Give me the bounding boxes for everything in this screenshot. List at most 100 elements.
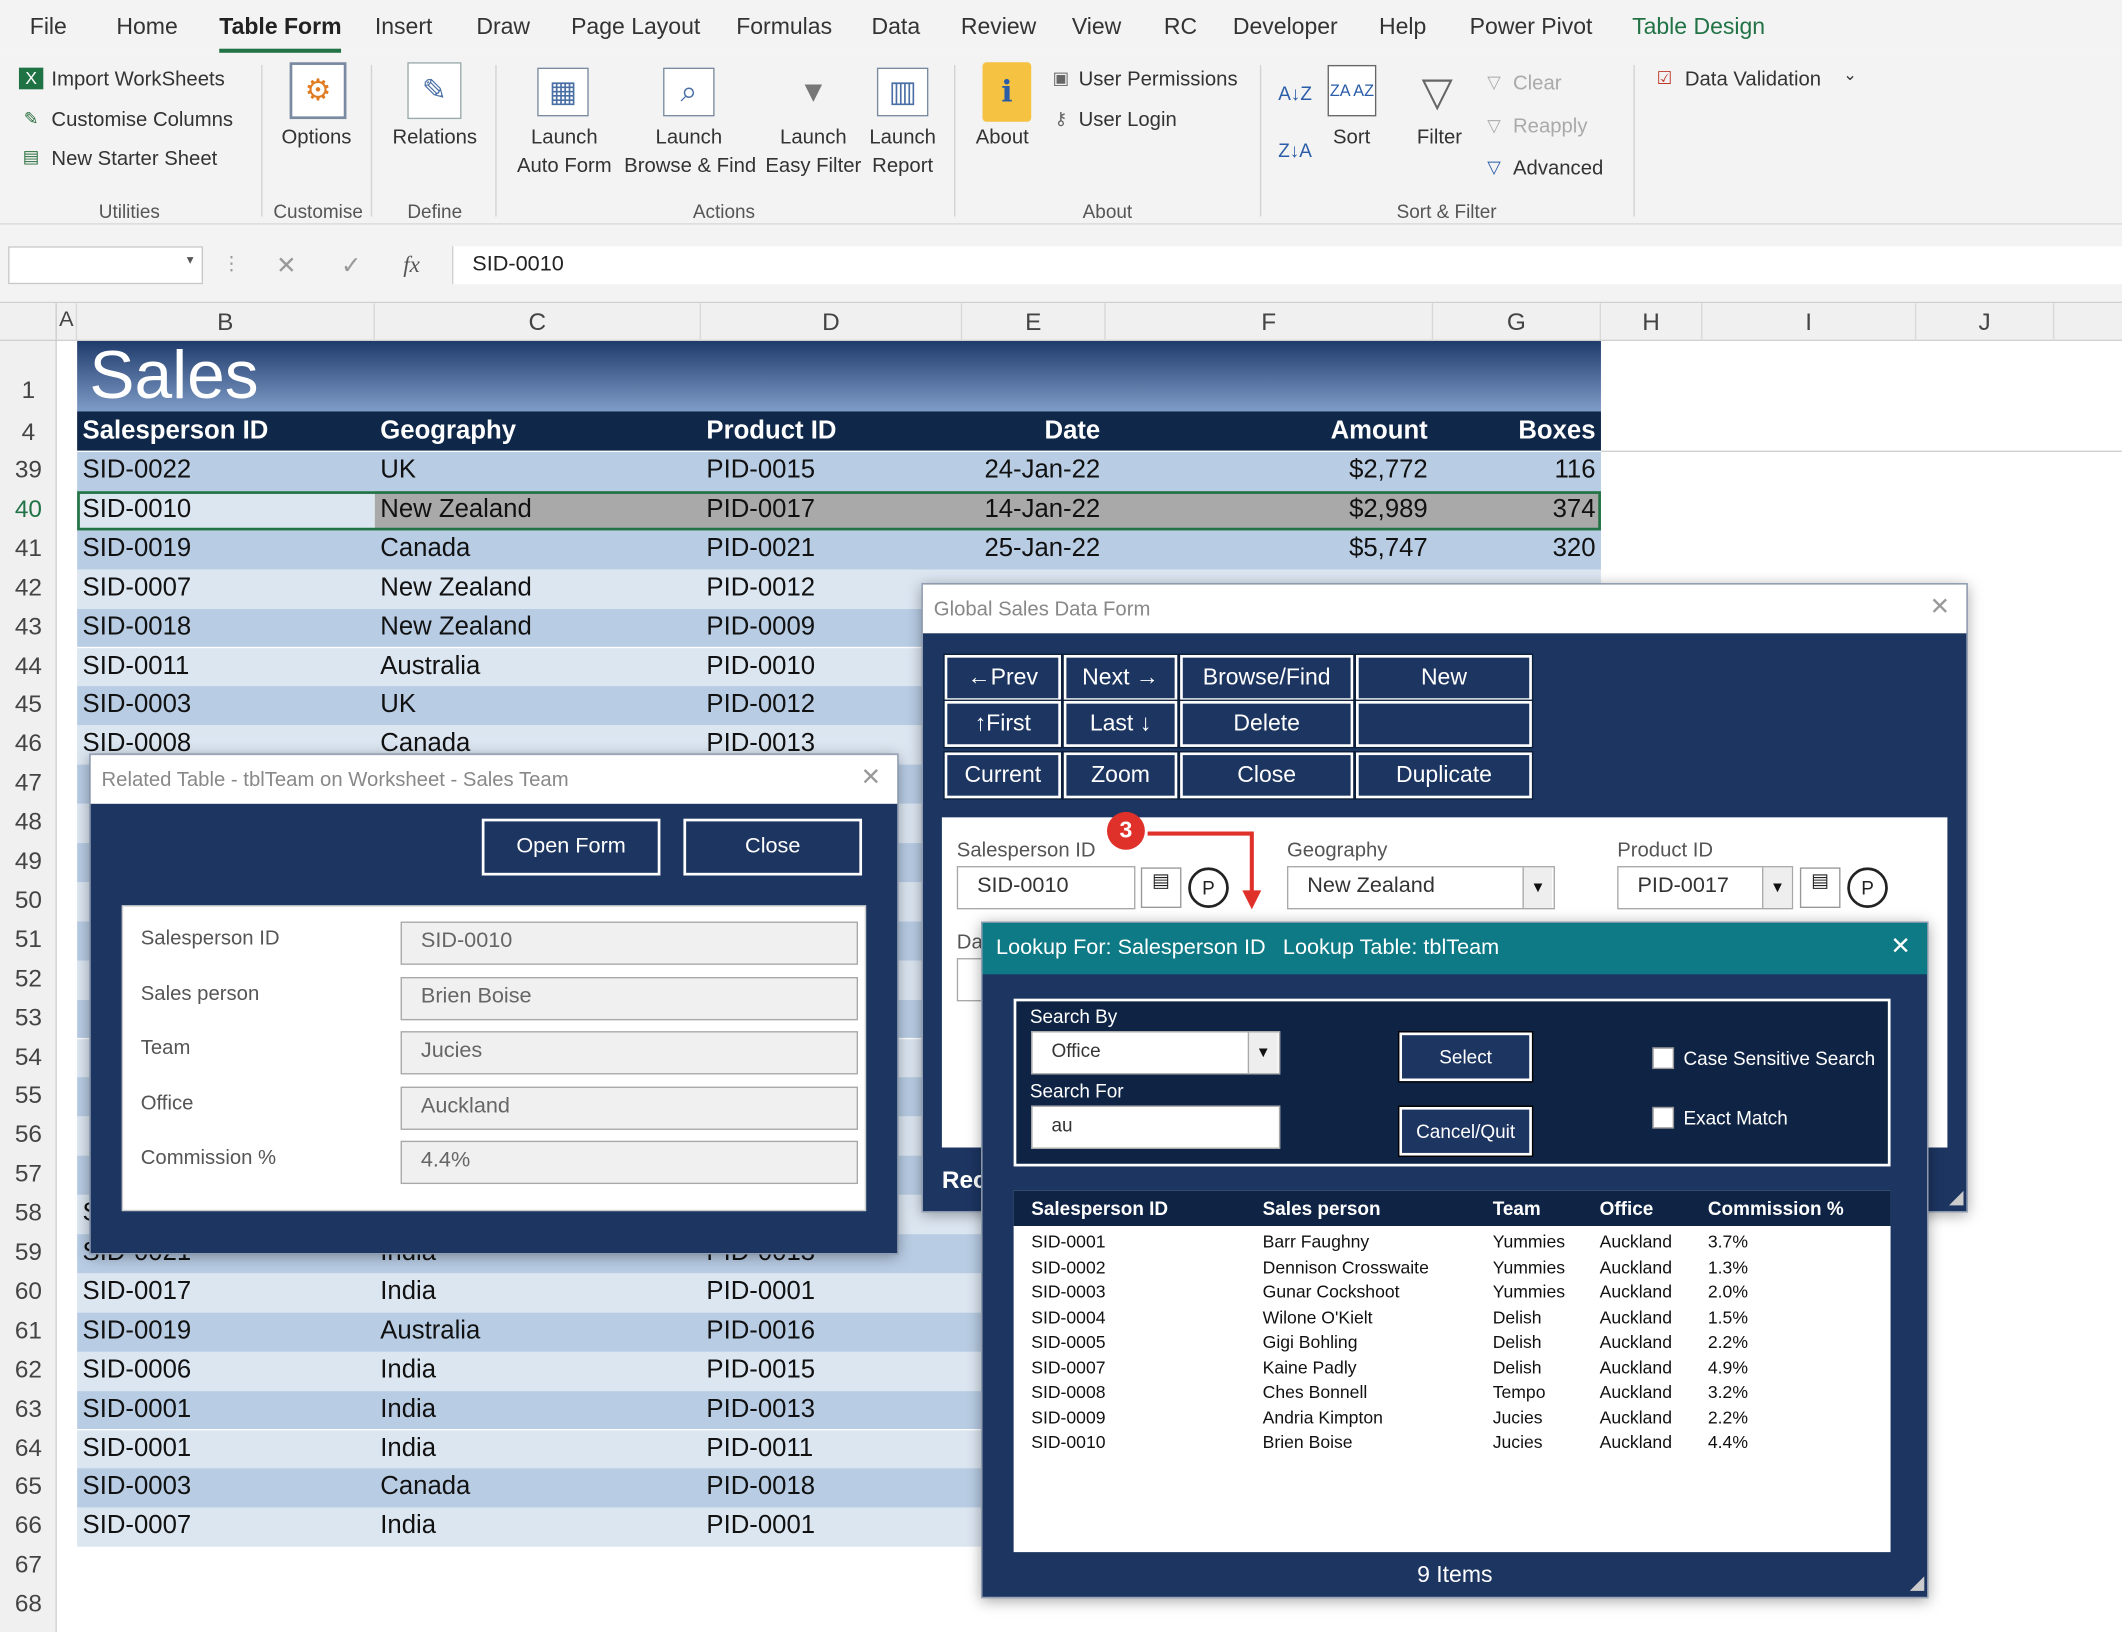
lookup-result-cell[interactable]: SID-0004 <box>1031 1307 1105 1327</box>
lookup-result-cell[interactable]: Dennison Crosswaite <box>1263 1256 1429 1276</box>
filter-button[interactable]: Filter <box>1417 126 1462 149</box>
cancel-quit-button[interactable]: Cancel/Quit <box>1397 1105 1534 1157</box>
row-header[interactable]: 47 <box>0 769 57 797</box>
table-cell[interactable]: SID-0007 <box>77 569 375 607</box>
row-header[interactable]: 62 <box>0 1355 57 1383</box>
table-cell[interactable]: 24-Jan-22 <box>962 452 1105 490</box>
chevron-down-icon[interactable]: ▼ <box>1522 867 1553 908</box>
row-header[interactable]: 55 <box>0 1082 57 1110</box>
row-header[interactable]: 54 <box>0 1043 57 1071</box>
open-form-button[interactable]: Open Form <box>481 818 661 876</box>
lookup-result-cell[interactable]: Tempo <box>1493 1382 1546 1402</box>
table-cell[interactable]: SID-0007 <box>77 1508 375 1546</box>
table-cell[interactable]: PID-0013 <box>701 1391 962 1429</box>
close-icon[interactable]: ✕ <box>861 763 881 791</box>
table-cell[interactable]: New Zealand <box>375 608 701 646</box>
table-cell[interactable]: 14-Jan-22 <box>962 491 1105 529</box>
launch-report-label-2[interactable]: Report <box>853 154 953 177</box>
row-header[interactable]: 56 <box>0 1121 57 1149</box>
table-cell[interactable]: PID-0001 <box>701 1273 962 1311</box>
lookup-result-cell[interactable]: SID-0002 <box>1031 1256 1105 1276</box>
table-cell[interactable]: New Zealand <box>375 491 701 529</box>
table-cell[interactable]: UK <box>375 687 701 725</box>
table-cell[interactable]: New Zealand <box>375 569 701 607</box>
table-cell[interactable]: India <box>375 1391 701 1429</box>
sort-ascending-icon[interactable]: A↓Z <box>1278 73 1313 114</box>
table-cell[interactable]: PID-0011 <box>701 1430 962 1468</box>
tab-insert[interactable]: Insert <box>375 14 433 41</box>
resize-grip-icon[interactable]: ◢ <box>1910 1571 1925 1594</box>
lookup-result-cell[interactable]: Gigi Bohling <box>1263 1332 1358 1352</box>
row-header[interactable]: 40 <box>0 495 57 523</box>
results-col-team[interactable]: Team <box>1493 1198 1541 1220</box>
close-icon[interactable]: ✕ <box>1890 932 1910 960</box>
row-header[interactable]: 41 <box>0 534 57 562</box>
search-by-select[interactable]: Office <box>1031 1031 1281 1075</box>
row-header[interactable]: 45 <box>0 691 57 719</box>
name-box[interactable]: ▾ <box>8 246 203 285</box>
tab-developer[interactable]: Developer <box>1233 14 1338 41</box>
row-header[interactable]: 64 <box>0 1434 57 1462</box>
parent-icon[interactable]: P <box>1847 867 1888 908</box>
form-last-button[interactable]: Last ↓ <box>1062 699 1179 749</box>
hdr-salesperson[interactable]: Salesperson ID <box>77 413 375 451</box>
tab-rc[interactable]: RC <box>1164 14 1197 41</box>
row-header[interactable]: 50 <box>0 886 57 914</box>
lookup-result-cell[interactable]: Andria Kimpton <box>1263 1407 1383 1427</box>
launch-easy-filter-label-2[interactable]: Easy Filter <box>761 154 867 177</box>
geography-select[interactable]: New Zealand <box>1286 866 1555 910</box>
chevron-down-icon[interactable]: ▼ <box>1761 867 1792 908</box>
clear-button[interactable]: Clear <box>1513 72 1562 95</box>
table-cell[interactable]: UK <box>375 452 701 490</box>
column-header-i[interactable]: I <box>1702 303 1917 342</box>
table-cell[interactable]: PID-0017 <box>701 491 962 529</box>
tab-page-layout[interactable]: Page Layout <box>571 14 700 41</box>
form-first-button[interactable]: ↑First <box>943 699 1063 749</box>
column-header-f[interactable]: F <box>1106 303 1434 342</box>
table-cell[interactable]: 25-Jan-22 <box>962 530 1105 568</box>
tab-file[interactable]: File <box>30 14 67 41</box>
lookup-result-cell[interactable]: SID-0005 <box>1031 1332 1105 1352</box>
hdr-geography[interactable]: Geography <box>375 413 701 451</box>
lookup-result-cell[interactable]: 2.0% <box>1708 1281 1748 1301</box>
insert-function-icon[interactable]: fx <box>403 252 420 279</box>
tab-table-form[interactable]: Table Form <box>219 14 343 53</box>
table-cell[interactable]: India <box>375 1430 701 1468</box>
lookup-result-cell[interactable]: Delish <box>1493 1307 1542 1327</box>
chevron-down-icon[interactable]: ▼ <box>1247 1032 1278 1074</box>
lookup-result-cell[interactable]: Auckland <box>1600 1357 1672 1377</box>
row-header[interactable]: 42 <box>0 573 57 601</box>
column-header-g[interactable]: G <box>1433 303 1601 342</box>
lookup-result-cell[interactable]: 2.2% <box>1708 1332 1748 1352</box>
exact-match-checkbox[interactable] <box>1652 1106 1675 1129</box>
options-button[interactable]: Options <box>281 126 351 149</box>
row-header[interactable]: 57 <box>0 1160 57 1188</box>
lookup-result-cell[interactable]: 4.9% <box>1708 1357 1748 1377</box>
tab-home[interactable]: Home <box>116 14 177 41</box>
hdr-boxes[interactable]: Boxes <box>1433 413 1601 451</box>
lookup-result-cell[interactable]: Auckland <box>1600 1256 1672 1276</box>
lookup-result-cell[interactable]: Delish <box>1493 1332 1542 1352</box>
row-header[interactable]: 67 <box>0 1551 57 1579</box>
results-col-office[interactable]: Office <box>1600 1198 1654 1220</box>
form-current-button[interactable]: Current <box>943 751 1063 800</box>
sort-descending-icon[interactable]: Z↓A <box>1278 130 1313 171</box>
table-cell[interactable]: SID-0001 <box>77 1391 375 1429</box>
table-cell[interactable]: PID-0015 <box>701 1351 962 1389</box>
form-zoom-button[interactable]: Zoom <box>1062 751 1179 800</box>
table-cell[interactable]: PID-0021 <box>701 530 962 568</box>
launch-auto-form-label-1[interactable]: Launch <box>514 126 614 149</box>
lookup-results-list[interactable]: Salesperson ID Sales person Team Office … <box>1013 1190 1891 1553</box>
launch-easy-filter-label-1[interactable]: Launch <box>763 126 863 149</box>
close-icon[interactable]: ✕ <box>1930 593 1950 621</box>
table-cell[interactable]: Australia <box>375 1312 701 1350</box>
table-cell[interactable]: SID-0022 <box>77 452 375 490</box>
form-browse-find-button[interactable]: Browse/Find <box>1178 653 1355 703</box>
cancel-icon[interactable]: ✕ <box>276 252 296 280</box>
chevron-down-icon[interactable]: ▾ <box>187 253 194 268</box>
select-all-corner[interactable] <box>0 303 57 342</box>
lookup-result-cell[interactable]: Auckland <box>1600 1231 1672 1251</box>
row-header[interactable]: 43 <box>0 612 57 640</box>
table-cell[interactable]: PID-0018 <box>701 1469 962 1507</box>
tab-view[interactable]: View <box>1072 14 1121 41</box>
